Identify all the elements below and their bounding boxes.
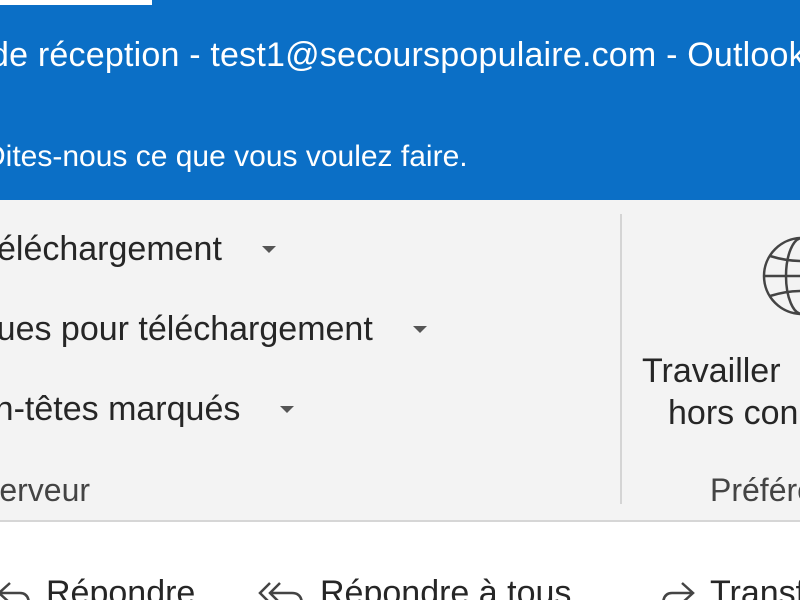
mark-to-download-button[interactable]: Marquer pour téléchargement — [0, 230, 276, 269]
forward-button[interactable]: Transférer — [660, 574, 800, 600]
title-bar: Boîte de réception - test1@secourspopula… — [0, 0, 800, 200]
chevron-down-icon — [280, 406, 295, 413]
server-group-label: Serveur — [0, 472, 91, 508]
forward-icon — [662, 581, 695, 600]
unmark-to-download-label: Supprimer les marques pour téléchargemen… — [0, 310, 373, 348]
work-offline-button[interactable]: Travailler hors connexion — [642, 350, 800, 434]
work-offline-label-line1: Travailler — [642, 352, 781, 390]
work-offline-label-line2: hors connexion — [668, 394, 800, 432]
reading-pane-action-bar: Répondre Répondre à tous Transférer — [0, 522, 800, 600]
preferences-group-label: Préférences — [710, 472, 800, 508]
unmark-to-download-button[interactable]: Supprimer les marques pour téléchargemen… — [0, 310, 427, 349]
chevron-down-icon — [412, 326, 427, 333]
download-marked-headers-button[interactable]: Télécharger les en-têtes marqués — [0, 390, 295, 429]
reply-all-icon — [258, 581, 303, 600]
reply-all-button[interactable]: Répondre à tous — [258, 574, 571, 600]
active-tab-indicator — [0, 0, 152, 5]
window-title: Boîte de réception - test1@secourspopula… — [0, 36, 800, 74]
download-marked-headers-label: Télécharger les en-têtes marqués — [0, 390, 241, 428]
ribbon: Marquer pour téléchargement Supprimer le… — [0, 200, 800, 522]
tell-me-search-box[interactable]: Dites-nous ce que vous voulez faire. — [0, 140, 468, 174]
reply-icon — [0, 581, 30, 600]
reply-all-label: Répondre à tous — [320, 574, 572, 600]
chevron-down-icon — [261, 246, 276, 253]
reply-button[interactable]: Répondre — [0, 574, 195, 600]
group-separator — [620, 214, 622, 504]
globe-icon — [762, 236, 800, 316]
reply-label: Répondre — [46, 574, 196, 600]
mark-to-download-label: Marquer pour téléchargement — [0, 230, 222, 268]
forward-label: Transférer — [710, 574, 800, 600]
